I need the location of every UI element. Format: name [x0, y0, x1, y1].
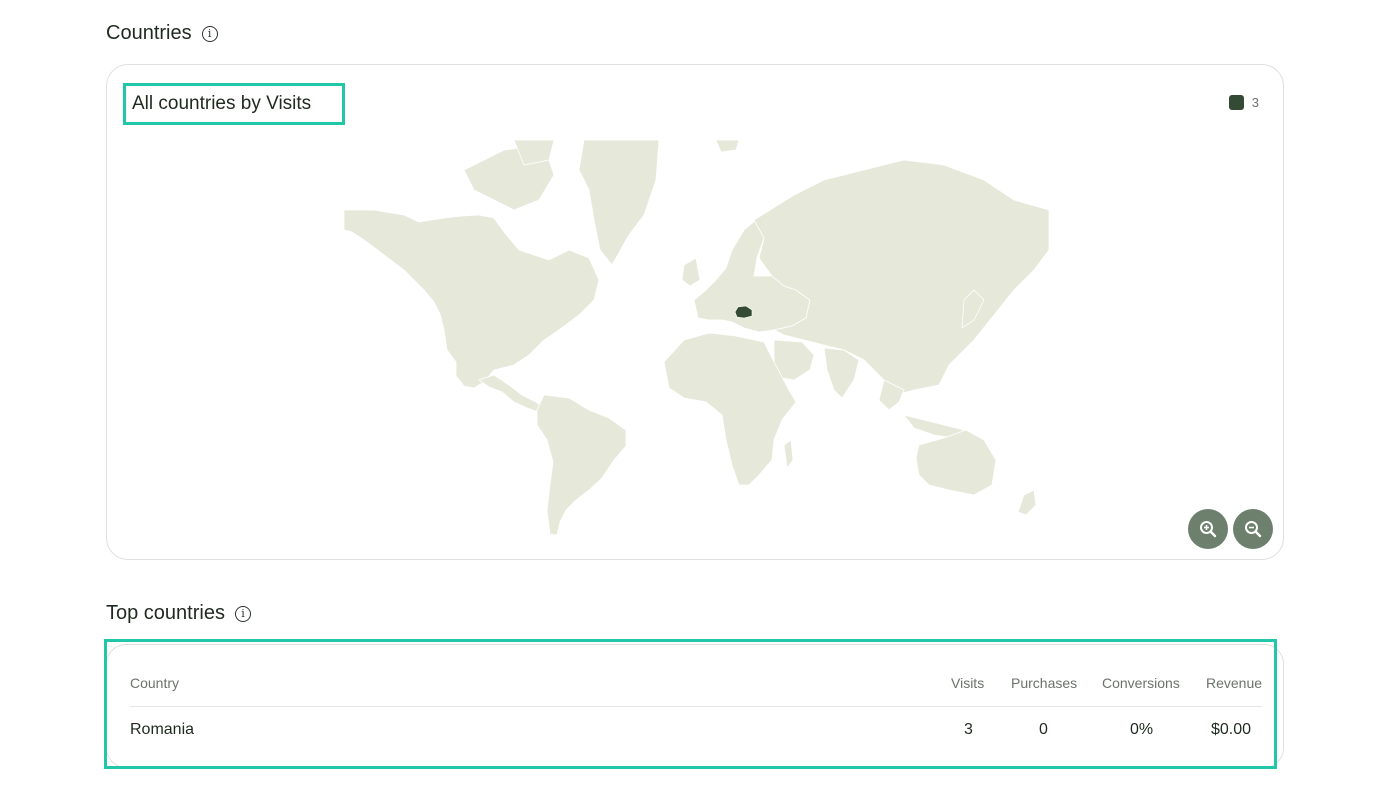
map-title: All countries by Visits: [123, 83, 345, 125]
zoom-out-icon: [1245, 521, 1262, 538]
map-central-america: [478, 374, 545, 413]
map-india: [823, 347, 860, 399]
column-header-visits[interactable]: Visits: [951, 675, 984, 691]
table-highlight-frame: [104, 639, 1277, 769]
column-header-conversions[interactable]: Conversions: [1102, 675, 1180, 691]
zoom-in-button[interactable]: [1188, 509, 1228, 549]
table-divider: [130, 706, 1262, 707]
countries-heading: Countries i: [106, 22, 218, 45]
map-south-america: [536, 394, 627, 536]
zoom-out-button[interactable]: [1233, 509, 1273, 549]
world-map[interactable]: [344, 140, 1049, 540]
column-header-revenue[interactable]: Revenue: [1206, 675, 1262, 691]
legend-value: 3: [1251, 95, 1259, 110]
zoom-in-icon: [1200, 521, 1217, 538]
top-countries-title: Top countries: [106, 602, 225, 624]
map-north-america: [344, 209, 600, 389]
cell-visits: 3: [964, 721, 973, 738]
countries-title: Countries: [106, 22, 192, 44]
column-header-purchases[interactable]: Purchases: [1011, 675, 1077, 691]
info-icon[interactable]: i: [201, 25, 218, 42]
cell-purchases: 0: [1039, 721, 1048, 738]
column-header-country[interactable]: Country: [130, 675, 179, 691]
cell-conversions: 0%: [1130, 721, 1154, 738]
map-uk: [681, 257, 701, 287]
map-legend: 3: [1228, 95, 1259, 110]
legend-swatch: [1228, 95, 1244, 110]
map-australia: [915, 429, 997, 496]
top-countries-heading: Top countries i: [106, 602, 251, 625]
cell-country: Romania: [130, 721, 195, 738]
cell-revenue: $0.00: [1211, 721, 1252, 738]
map-greenland: [578, 140, 660, 266]
map-card: All countries by Visits 3: [106, 64, 1284, 560]
info-icon[interactable]: i: [234, 605, 251, 622]
